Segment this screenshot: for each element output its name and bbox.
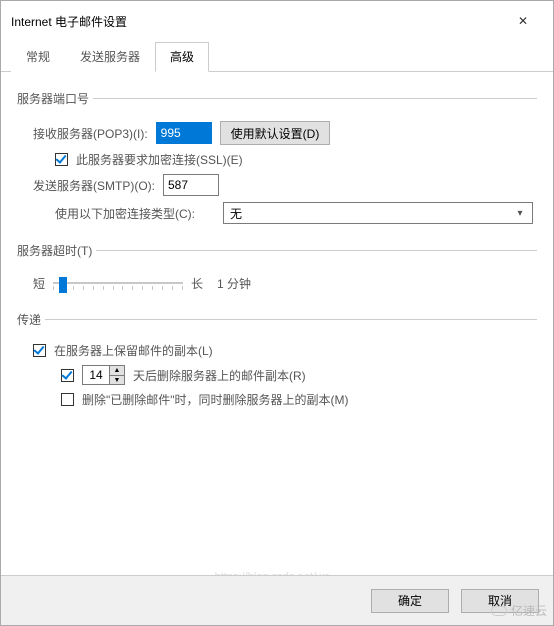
- ok-button[interactable]: 确定: [371, 589, 449, 613]
- button-label: 确定: [398, 592, 422, 609]
- tab-label: 发送服务器: [80, 50, 140, 64]
- window-title: Internet 电子邮件设置: [11, 13, 127, 30]
- slider-ticks: [53, 286, 183, 290]
- cancel-button[interactable]: 取消: [461, 589, 539, 613]
- close-button[interactable]: ✕: [503, 9, 543, 33]
- remove-after-days-checkbox[interactable]: [61, 369, 74, 382]
- tab-advanced[interactable]: 高级: [155, 42, 209, 72]
- remove-when-deleted-label: 删除"已删除邮件"时，同时删除服务器上的副本(M): [82, 391, 349, 408]
- encryption-type-select[interactable]: 无 ▾: [223, 202, 533, 224]
- slider-track: [53, 282, 183, 284]
- group-server-ports: 服务器端口号 接收服务器(POP3)(I): 使用默认设置(D) 此服务器要求加…: [17, 90, 537, 234]
- encryption-type-label: 使用以下加密连接类型(C):: [55, 205, 215, 222]
- pop3-label: 接收服务器(POP3)(I):: [33, 125, 148, 142]
- spinner-down-icon[interactable]: ▼: [110, 375, 124, 384]
- pop3-port-input[interactable]: [156, 122, 212, 144]
- keep-copy-checkbox[interactable]: [33, 344, 46, 357]
- button-label: 使用默认设置(D): [231, 125, 320, 142]
- remove-after-days-label: 天后删除服务器上的邮件副本(R): [133, 367, 306, 384]
- smtp-label: 发送服务器(SMTP)(O):: [33, 177, 155, 194]
- select-value: 无: [230, 205, 242, 222]
- tab-label: 常规: [26, 50, 50, 64]
- group-legend: 服务器超时(T): [17, 242, 96, 259]
- timeout-long-label: 长: [191, 275, 203, 292]
- slider-thumb[interactable]: [59, 277, 67, 293]
- group-delivery: 传递 在服务器上保留邮件的副本(L) 14 ▲ ▼ 天后删除服务器上的邮件副本(…: [17, 311, 537, 418]
- chevron-down-icon: ▾: [512, 208, 528, 219]
- tab-general[interactable]: 常规: [11, 42, 65, 72]
- timeout-value: 1 分钟: [217, 275, 251, 292]
- remove-when-deleted-checkbox[interactable]: [61, 393, 74, 406]
- tab-outgoing-server[interactable]: 发送服务器: [65, 42, 155, 72]
- tab-strip: 常规 发送服务器 高级: [1, 41, 553, 72]
- dialog-footer: 确定 取消: [1, 575, 553, 625]
- days-spinner[interactable]: 14 ▲ ▼: [82, 365, 125, 385]
- tab-label: 高级: [170, 50, 194, 64]
- use-defaults-button[interactable]: 使用默认设置(D): [220, 121, 331, 145]
- group-server-timeout: 服务器超时(T) 短 长 1 分钟: [17, 242, 537, 303]
- group-legend: 传递: [17, 311, 45, 328]
- keep-copy-label: 在服务器上保留邮件的副本(L): [54, 342, 213, 359]
- close-icon: ✕: [518, 14, 528, 28]
- days-value: 14: [83, 368, 109, 382]
- timeout-short-label: 短: [33, 275, 45, 292]
- group-legend: 服务器端口号: [17, 90, 93, 107]
- titlebar: Internet 电子邮件设置 ✕: [1, 1, 553, 39]
- ssl-checkbox[interactable]: [55, 153, 68, 166]
- button-label: 取消: [488, 592, 512, 609]
- spinner-arrows: ▲ ▼: [109, 366, 124, 384]
- timeout-slider[interactable]: [53, 273, 183, 293]
- smtp-port-input[interactable]: [163, 174, 219, 196]
- dialog-body: 服务器端口号 接收服务器(POP3)(I): 使用默认设置(D) 此服务器要求加…: [1, 72, 553, 418]
- spinner-up-icon[interactable]: ▲: [110, 366, 124, 375]
- ssl-label: 此服务器要求加密连接(SSL)(E): [76, 151, 243, 168]
- dialog-window: Internet 电子邮件设置 ✕ 常规 发送服务器 高级 服务器端口号 接收服…: [0, 0, 554, 626]
